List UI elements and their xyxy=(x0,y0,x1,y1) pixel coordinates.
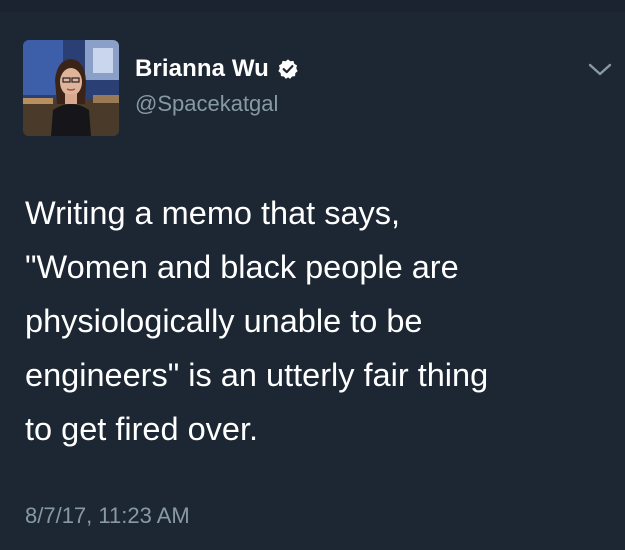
tweet-timestamp[interactable]: 8/7/17, 11:23 AM xyxy=(25,503,190,529)
display-name[interactable]: Brianna Wu xyxy=(135,55,269,83)
avatar-photo xyxy=(23,40,119,136)
author-handle[interactable]: @Spacekatgal xyxy=(135,91,278,117)
avatar[interactable] xyxy=(23,40,119,136)
tweet-text: Writing a memo that says, "Women and bla… xyxy=(25,195,489,447)
verified-badge-icon xyxy=(277,58,299,80)
top-divider xyxy=(0,0,625,12)
author-name-row[interactable]: Brianna Wu xyxy=(135,55,299,83)
chevron-down-icon[interactable] xyxy=(587,60,613,78)
tweet-card: Brianna Wu @Spacekatgal Writing a memo t… xyxy=(0,0,625,550)
